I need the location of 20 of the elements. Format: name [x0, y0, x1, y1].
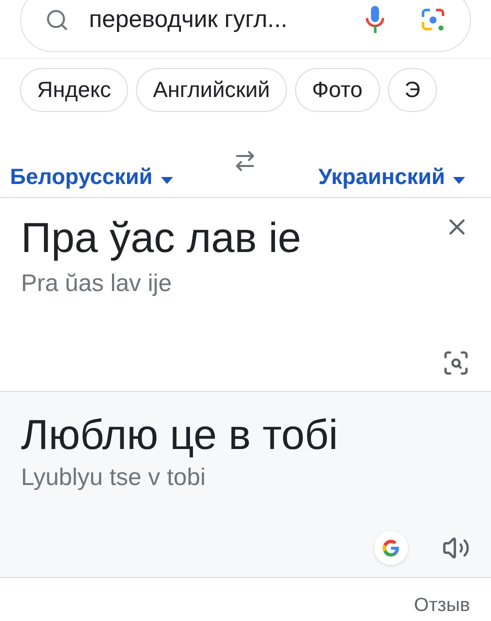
source-text-field[interactable]: Пра ўас лав іе [21, 210, 302, 266]
feedback-link[interactable]: Отзыв [414, 592, 470, 621]
filter-chip[interactable]: Английский [136, 68, 287, 112]
search-field[interactable]: переводчик гугл... [20, 0, 471, 52]
source-transliteration: Pra ŭas lav ije [21, 268, 173, 299]
search-query: переводчик гугл... [89, 5, 288, 35]
dropdown-caret-icon [453, 176, 465, 184]
dropdown-caret-icon [160, 176, 173, 184]
filter-chip[interactable]: Яндекс [20, 68, 128, 112]
filter-chip[interactable]: Фото [294, 68, 380, 112]
camera-lens-icon[interactable] [420, 7, 446, 33]
translation-text: Люблю це в тобі [21, 410, 340, 460]
camera-icon[interactable] [442, 349, 470, 378]
filter-chip[interactable]: Э [388, 68, 438, 112]
source-language-selector[interactable]: Белорусский [10, 160, 173, 193]
search-icon [45, 8, 69, 32]
microphone-icon[interactable] [366, 6, 384, 34]
translation-transliteration: Lyublyu tse v tobi [21, 463, 207, 494]
google-logo-icon[interactable] [374, 531, 408, 566]
target-language-selector[interactable]: Украинский [318, 160, 481, 193]
